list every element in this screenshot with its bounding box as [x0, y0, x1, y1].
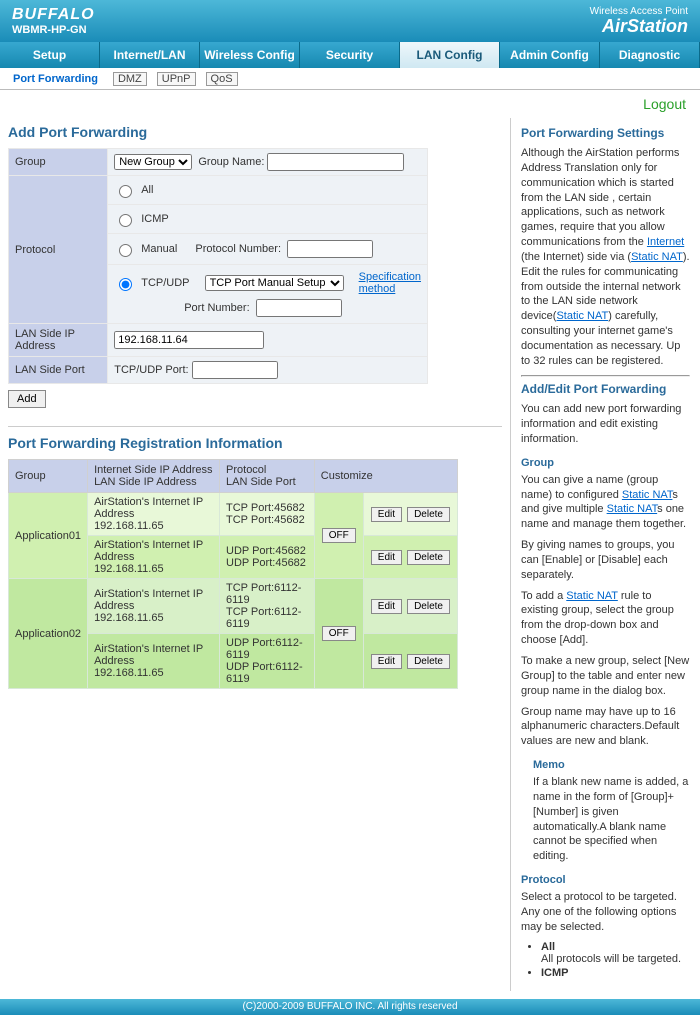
add-port-forwarding-title: Add Port Forwarding: [8, 124, 502, 140]
help-panel: Port Forwarding Settings Although the Ai…: [510, 118, 700, 991]
add-button[interactable]: Add: [8, 390, 46, 408]
protocol-number-input[interactable]: [287, 240, 373, 258]
header-bar: BUFFALO WBMR-HP-GN Wireless Access Point…: [0, 0, 700, 42]
port-number-label: Port Number:: [184, 302, 249, 314]
tagline: Wireless Access Point: [590, 6, 688, 17]
group-label: Group: [9, 149, 108, 176]
main-nav: Setup Internet/LAN Wireless Config Secur…: [0, 42, 700, 68]
protocol-label: Protocol: [9, 176, 108, 324]
spec-method-link[interactable]: Specification method: [359, 271, 421, 295]
help-proto-title: Protocol: [521, 874, 690, 886]
help-link-staticnat-1[interactable]: Static NAT: [631, 251, 683, 263]
reg-group-1: Application01: [9, 493, 88, 579]
reg-proto-1b: UDP Port:45682UDP Port:45682: [220, 536, 315, 579]
edit-button-2b[interactable]: Edit: [371, 654, 402, 669]
nav-wireless-config[interactable]: Wireless Config: [200, 42, 300, 68]
group-name-label: Group Name:: [198, 156, 264, 168]
radio-icmp[interactable]: [119, 214, 132, 227]
help-memo-title: Memo: [533, 759, 690, 771]
registration-info-title: Port Forwarding Registration Information: [8, 435, 502, 451]
col-protocol: Protocol LAN Side Port: [220, 460, 315, 493]
product-name: AirStation: [590, 17, 688, 37]
add-form-table: Group New Group Group Name: Protocol All…: [8, 148, 428, 384]
nav-diagnostic[interactable]: Diagnostic: [600, 42, 700, 68]
logout-link[interactable]: Logout: [643, 96, 686, 112]
reg-proto-1a: TCP Port:45682TCP Port:45682: [220, 493, 315, 536]
col-address: Internet Side IP Address LAN Side IP Add…: [88, 460, 220, 493]
reg-proto-2b: UDP Port:6112-6119UDP Port:6112-6119: [220, 634, 315, 689]
delete-button-2b[interactable]: Delete: [407, 654, 450, 669]
reg-addr-1a: AirStation's Internet IP Address192.168.…: [88, 493, 220, 536]
brand-logo: BUFFALO: [12, 6, 95, 24]
help-proto-list: AllAll protocols will be targeted. ICMP: [541, 941, 690, 979]
port-number-input[interactable]: [256, 299, 342, 317]
group-name-input[interactable]: [267, 153, 404, 171]
sub-nav: Port Forwarding DMZ UPnP QoS: [0, 68, 700, 90]
col-customize: Customize: [314, 460, 457, 493]
off-button-1[interactable]: OFF: [322, 528, 356, 543]
registration-table: Group Internet Side IP Address LAN Side …: [8, 459, 458, 689]
help-title: Port Forwarding Settings: [521, 126, 690, 140]
help-link-staticnat-2[interactable]: Static NAT: [556, 310, 608, 322]
subnav-dmz[interactable]: DMZ: [113, 72, 147, 86]
lan-ip-label: LAN Side IP Address: [9, 324, 108, 357]
footer: (C)2000-2009 BUFFALO INC. All rights res…: [0, 999, 700, 1015]
help-group-title: Group: [521, 457, 690, 469]
radio-all[interactable]: [119, 185, 132, 198]
reg-proto-2a: TCP Port:6112-6119TCP Port:6112-6119: [220, 579, 315, 634]
help-link-staticnat-3[interactable]: Static NAT: [622, 489, 673, 501]
nav-lan-config[interactable]: LAN Config: [400, 42, 500, 68]
delete-button-1b[interactable]: Delete: [407, 550, 450, 565]
subnav-qos[interactable]: QoS: [206, 72, 238, 86]
tcp-setup-select[interactable]: TCP Port Manual Setup: [205, 275, 344, 291]
nav-setup[interactable]: Setup: [0, 42, 100, 68]
help-proto-text: Select a protocol to be targeted. Any on…: [521, 890, 690, 935]
protocol-number-label: Protocol Number:: [195, 243, 281, 255]
help-intro: Although the AirStation performs Address…: [521, 146, 690, 369]
lan-ip-input[interactable]: [114, 331, 264, 349]
off-button-2[interactable]: OFF: [322, 626, 356, 641]
tcpudp-port-label: TCP/UDP Port:: [114, 364, 188, 376]
delete-button-2a[interactable]: Delete: [407, 599, 450, 614]
nav-internet-lan[interactable]: Internet/LAN: [100, 42, 200, 68]
help-link-staticnat-5[interactable]: Static NAT: [566, 590, 618, 602]
edit-button-2a[interactable]: Edit: [371, 599, 402, 614]
nav-security[interactable]: Security: [300, 42, 400, 68]
help-memo-text: If a blank new name is added, a name in …: [533, 775, 690, 864]
tcpudp-port-input[interactable]: [192, 361, 278, 379]
subnav-port-forwarding[interactable]: Port Forwarding: [8, 72, 103, 86]
help-link-staticnat-4[interactable]: Static NAT: [607, 503, 658, 515]
reg-addr-1b: AirStation's Internet IP Address192.168.…: [88, 536, 220, 579]
col-group: Group: [9, 460, 88, 493]
reg-addr-2b: AirStation's Internet IP Address192.168.…: [88, 634, 220, 689]
nav-admin-config[interactable]: Admin Config: [500, 42, 600, 68]
lan-port-label: LAN Side Port: [9, 357, 108, 384]
radio-manual[interactable]: [119, 244, 132, 257]
reg-addr-2a: AirStation's Internet IP Address192.168.…: [88, 579, 220, 634]
group-select[interactable]: New Group: [114, 154, 192, 170]
help-addedit-text: You can add new port forwarding informat…: [521, 402, 690, 447]
help-addedit-title: Add/Edit Port Forwarding: [521, 382, 690, 396]
delete-button-1a[interactable]: Delete: [407, 507, 450, 522]
subnav-upnp[interactable]: UPnP: [157, 72, 196, 86]
reg-group-2: Application02: [9, 579, 88, 689]
edit-button-1a[interactable]: Edit: [371, 507, 402, 522]
edit-button-1b[interactable]: Edit: [371, 550, 402, 565]
help-link-internet[interactable]: Internet: [647, 236, 684, 248]
model-name: WBMR-HP-GN: [12, 24, 95, 36]
radio-tcpudp[interactable]: [119, 278, 132, 291]
